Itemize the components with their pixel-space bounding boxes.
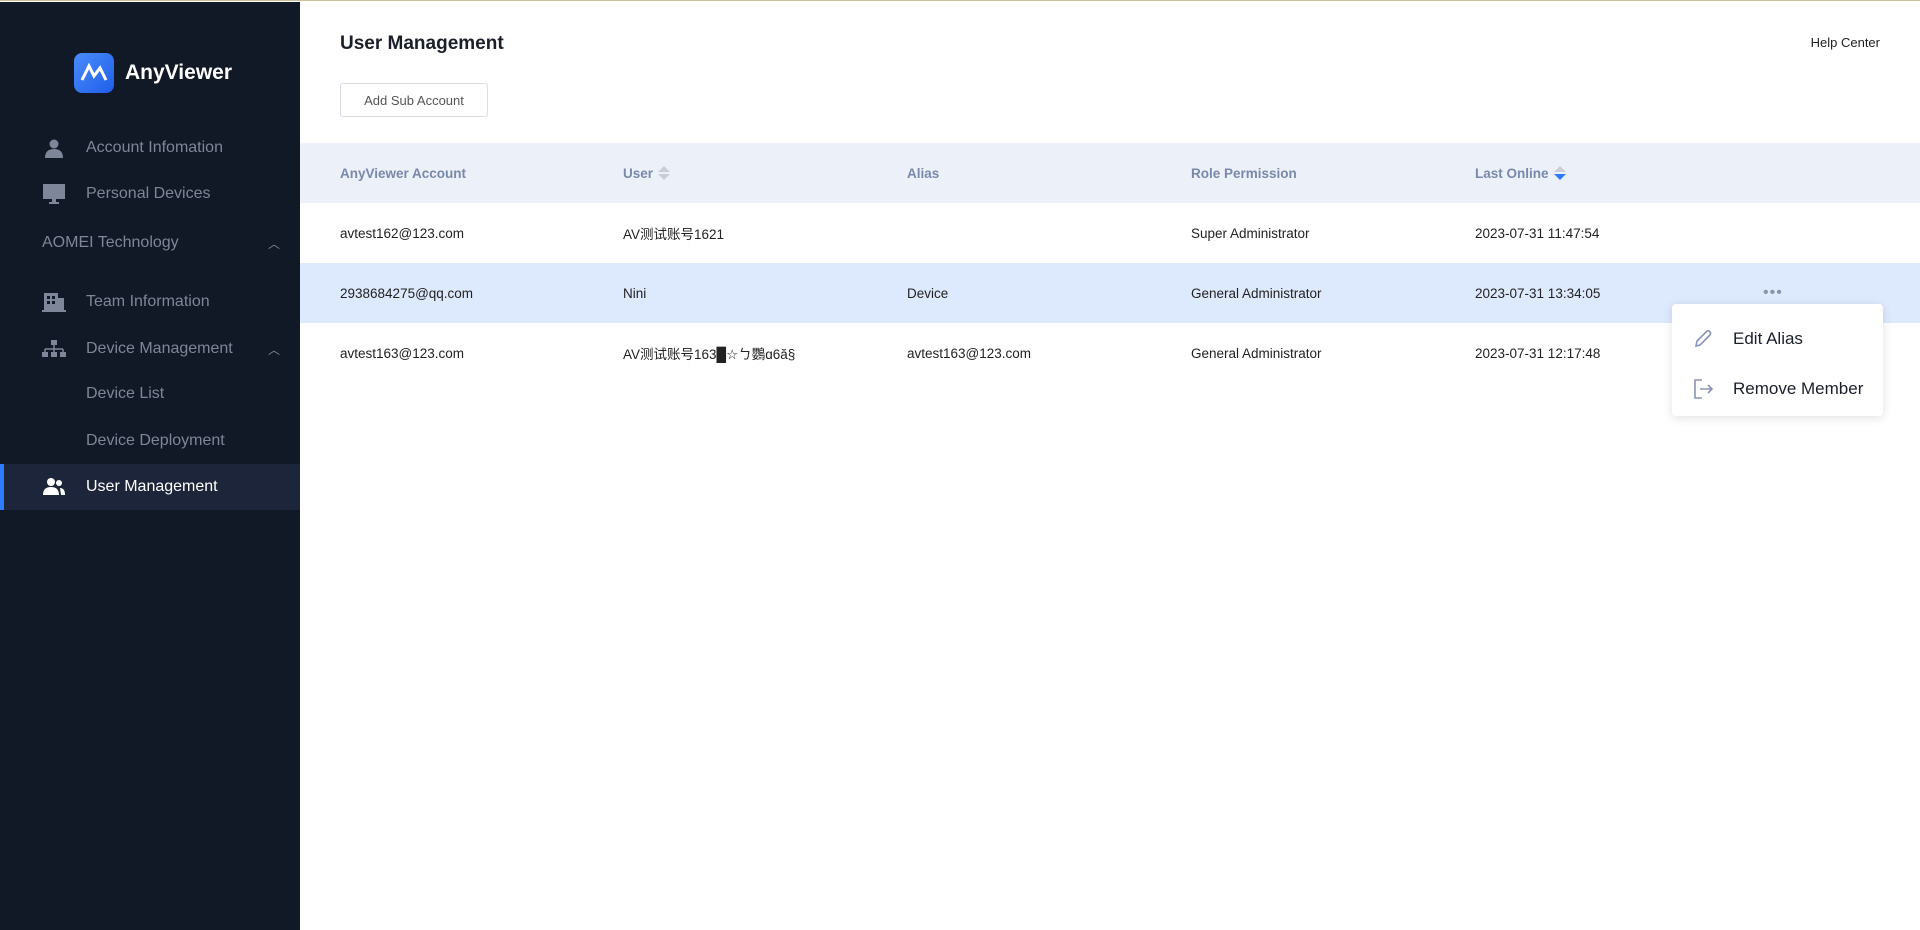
column-label: Alias: [907, 165, 940, 181]
alias-cell: avtest163@123.com: [907, 345, 1032, 361]
menu-item-label: Edit Alias: [1733, 329, 1803, 348]
role-cell: Super Administrator: [1191, 225, 1310, 241]
logout-icon: [1692, 378, 1714, 400]
anyviewer-logo-icon: [74, 53, 114, 93]
sidebar-item-label: Device List: [86, 385, 165, 402]
user-cell: Nini: [623, 285, 647, 301]
account-cell: 2938684275@qq.com: [340, 285, 474, 301]
column-header-role: Role Permission: [1191, 143, 1297, 203]
sidebar: AnyViewer Account Infomation Personal De…: [0, 2, 300, 930]
help-center-link[interactable]: Help Center: [1811, 35, 1880, 50]
user-cell: AV测试账号163█☆ㄅ鸚ɑ6ă§: [623, 347, 796, 362]
sidebar-item-account-information[interactable]: Account Infomation: [0, 125, 300, 171]
row-context-menu: Edit Alias Remove Member: [1672, 304, 1883, 416]
account-cell: avtest162@123.com: [340, 225, 465, 241]
chevron-up-icon: ︿: [268, 236, 281, 251]
sort-icon[interactable]: [1553, 166, 1566, 180]
column-header-alias: Alias: [907, 143, 939, 203]
sidebar-item-label: Personal Devices: [86, 185, 211, 202]
sitemap-icon: [42, 338, 66, 360]
sidebar-item-personal-devices[interactable]: Personal Devices: [0, 171, 300, 217]
add-sub-account-button[interactable]: Add Sub Account: [340, 83, 488, 117]
table-row[interactable]: avtest162@123.com AV测试账号1621 Super Admin…: [300, 203, 1920, 263]
sort-icon[interactable]: [658, 166, 671, 180]
sidebar-item-device-deployment[interactable]: Device Deployment: [0, 418, 300, 464]
last-online-cell: 2023-07-31 11:47:54: [1475, 225, 1600, 241]
alias-cell: Device: [907, 285, 949, 301]
remove-member-menu-item[interactable]: Remove Member: [1672, 364, 1883, 414]
app-name: AnyViewer: [125, 61, 232, 84]
column-label: User: [623, 165, 654, 181]
column-label: AnyViewer Account: [340, 165, 467, 181]
building-icon: [42, 291, 66, 313]
column-label: Last Online: [1475, 165, 1549, 181]
user-icon: [42, 137, 66, 159]
last-online-cell: 2023-07-31 13:34:05: [1475, 285, 1601, 301]
account-cell: avtest163@123.com: [340, 345, 465, 361]
column-header-user[interactable]: User: [623, 143, 671, 203]
sidebar-item-label: Device Management: [86, 340, 233, 357]
column-header-last-online[interactable]: Last Online: [1475, 143, 1566, 203]
monitor-icon: [42, 183, 66, 205]
sidebar-item-label: Device Deployment: [86, 432, 225, 449]
sidebar-item-label: Team Information: [86, 293, 210, 310]
sidebar-item-user-management[interactable]: User Management: [0, 464, 300, 510]
sidebar-item-label: User Management: [86, 478, 218, 495]
sidebar-group-label: AOMEI Technology: [42, 234, 179, 251]
sidebar-item-label: Account Infomation: [86, 139, 223, 156]
last-online-cell: 2023-07-31 12:17:48: [1475, 345, 1601, 361]
sidebar-item-device-list[interactable]: Device List: [0, 371, 300, 417]
user-cell: AV测试账号1621: [623, 227, 725, 242]
column-header-account: AnyViewer Account: [340, 143, 466, 203]
pencil-icon: [1692, 328, 1714, 350]
role-cell: General Administrator: [1191, 285, 1322, 301]
sidebar-group-aomei-technology[interactable]: AOMEI Technology ︿: [0, 220, 300, 266]
sidebar-item-team-information[interactable]: Team Information: [0, 279, 300, 325]
column-label: Role Permission: [1191, 165, 1297, 181]
chevron-up-icon: ︿: [268, 342, 281, 357]
main-content: User Management Help Center Add Sub Acco…: [300, 1, 1920, 929]
edit-alias-menu-item[interactable]: Edit Alias: [1672, 314, 1883, 364]
logo[interactable]: AnyViewer: [74, 53, 232, 93]
sidebar-item-device-management[interactable]: Device Management ︿: [0, 326, 300, 372]
role-cell: General Administrator: [1191, 345, 1322, 361]
menu-item-label: Remove Member: [1733, 379, 1864, 398]
table-header: AnyViewer Account User Alias Role Permis…: [300, 143, 1920, 203]
page-title: User Management: [340, 33, 504, 54]
users-icon: [42, 476, 66, 498]
